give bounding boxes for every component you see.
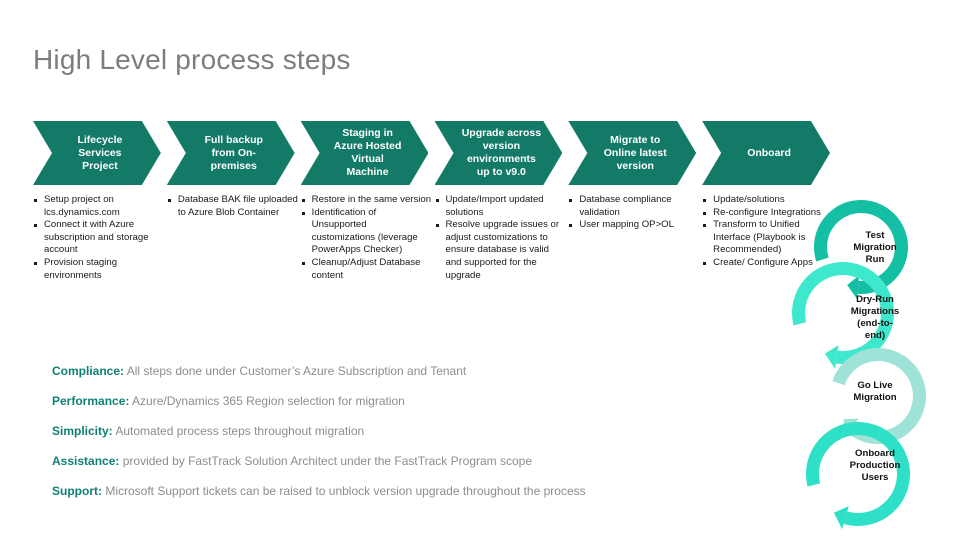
slide-canvas: High Level process steps Lifecycle Servi… (0, 0, 960, 540)
process-step-label: Upgrade across version environments up t… (461, 127, 542, 178)
upgrade-across-versions-details: Update/Import updated solutions Resolve u… (435, 194, 567, 282)
migration-cycle-diagram: Test Migration Run Dry-Run Migrations (en… (790, 198, 960, 538)
benefit-key: Performance: (52, 394, 130, 408)
detail-bullet: Identification of Unsupported customizat… (301, 207, 433, 257)
process-detail-columns: Setup project on lcs.dynamics.com Connect… (33, 194, 830, 334)
cycle-ring-label: Dry-Run Migrations (end-to- end) (850, 294, 900, 341)
benefit-line: Compliance: All steps done under Custome… (52, 363, 712, 393)
cycle-ring-label: Onboard Production Users (849, 448, 901, 483)
process-step-chevron-4[interactable]: Upgrade across version environments up t… (435, 121, 563, 185)
benefit-line: Performance: Azure/Dynamics 365 Region s… (52, 393, 712, 423)
benefit-key: Support: (52, 484, 102, 498)
process-step-chevron-3[interactable]: Staging in Azure Hosted Virtual Machine (301, 121, 429, 185)
benefit-value: All steps done under Customer’s Azure Su… (126, 364, 467, 378)
migrate-online-details: Database compliance validation User mappi… (568, 194, 700, 232)
process-step-label: Full backup from On- premises (204, 133, 263, 172)
detail-bullet: Cleanup/Adjust Database content (301, 257, 433, 282)
detail-bullet: Database compliance validation (568, 194, 700, 219)
detail-bullet: Database BAK file uploaded to Azure Blob… (167, 194, 299, 219)
process-chevron-row: Lifecycle Services Project Full backup fr… (33, 121, 830, 185)
benefit-line: Simplicity: Automated process steps thro… (52, 423, 712, 453)
detail-bullet: Update/Import updated solutions (435, 194, 567, 219)
process-step-label: Lifecycle Services Project (77, 133, 123, 172)
lifecycle-services-project-details: Setup project on lcs.dynamics.com Connect… (33, 194, 165, 282)
process-step-chevron-5[interactable]: Migrate to Online latest version (568, 121, 696, 185)
detail-bullet: Restore in the same version (301, 194, 433, 207)
detail-bullet: Provision staging environments (33, 257, 165, 282)
benefit-value: Azure/Dynamics 365 Region selection for … (132, 394, 405, 408)
cycle-ring-label: Go Live Migration (853, 380, 897, 403)
process-step-label: Onboard (747, 146, 791, 159)
detail-bullet: User mapping OP>OL (568, 219, 700, 232)
process-step-label: Staging in Azure Hosted Virtual Machine (333, 127, 402, 178)
process-step-label: Migrate to Online latest version (603, 133, 667, 172)
detail-bullet: Resolve upgrade issues or adjust customi… (435, 219, 567, 282)
full-backup-details: Database BAK file uploaded to Azure Blob… (167, 194, 299, 219)
benefit-line: Support: Microsoft Support tickets can b… (52, 483, 712, 513)
benefit-value: Automated process steps throughout migra… (115, 424, 365, 438)
process-step-chevron-6[interactable]: Onboard (702, 121, 830, 185)
process-step-chevron-1[interactable]: Lifecycle Services Project (33, 121, 161, 185)
benefits-list: Compliance: All steps done under Custome… (52, 363, 712, 513)
detail-bullet: Setup project on lcs.dynamics.com (33, 194, 165, 219)
benefit-key: Assistance: (52, 454, 120, 468)
benefit-key: Simplicity: (52, 424, 113, 438)
benefit-value: provided by FastTrack Solution Architect… (122, 454, 533, 468)
detail-bullet: Connect it with Azure subscription and s… (33, 219, 165, 257)
process-step-chevron-2[interactable]: Full backup from On- premises (167, 121, 295, 185)
page-title: High Level process steps (33, 44, 351, 75)
benefit-line: Assistance: provided by FastTrack Soluti… (52, 453, 712, 483)
staging-azure-vm-details: Restore in the same version Identificatio… (301, 194, 433, 282)
benefit-key: Compliance: (52, 364, 125, 378)
benefit-value: Microsoft Support tickets can be raised … (105, 484, 586, 498)
